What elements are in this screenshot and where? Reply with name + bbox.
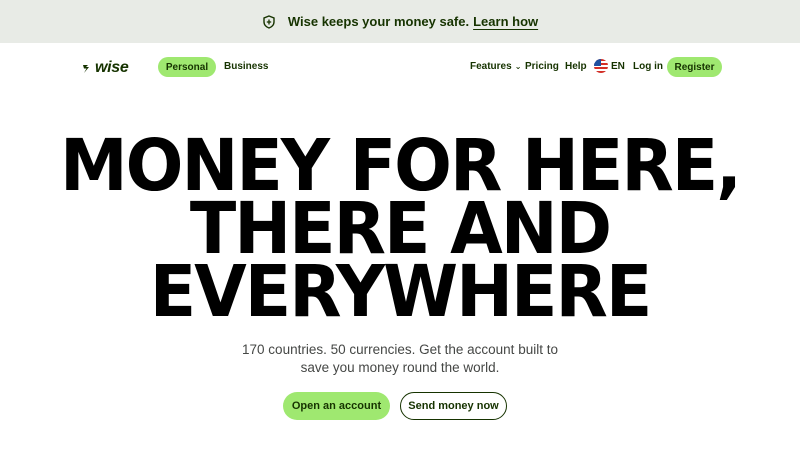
hero-line-3: EVERYWHERE — [149, 251, 653, 334]
hero-subtitle: 170 countries. 50 currencies. Get the ac… — [0, 341, 800, 377]
wise-flag-icon — [83, 65, 89, 73]
open-account-button[interactable]: Open an account — [283, 392, 390, 420]
hero-headline: MONEY FOR HERE, THERE AND EVERYWHERE — [0, 131, 800, 334]
help-link[interactable]: Help — [565, 61, 587, 72]
features-menu[interactable]: Features ⌄ — [470, 61, 521, 72]
chevron-down-icon: ⌄ — [514, 62, 522, 71]
logo-text: wise — [95, 59, 129, 76]
send-money-button[interactable]: Send money now — [400, 392, 507, 420]
safety-banner: Wise keeps your money safe. Learn how — [0, 0, 800, 43]
pricing-link[interactable]: Pricing — [525, 61, 559, 72]
top-navigation: wise Personal Business Features ⌄ Pricing… — [0, 43, 800, 91]
register-button[interactable]: Register — [667, 57, 722, 77]
personal-tab[interactable]: Personal — [158, 57, 216, 77]
subtitle-line-2: save you money round the world. — [300, 360, 500, 375]
language-selector[interactable]: EN — [594, 59, 625, 73]
features-label: Features — [470, 61, 512, 72]
wise-logo[interactable]: wise — [82, 59, 129, 77]
learn-how-link[interactable]: Learn how — [473, 14, 538, 29]
business-tab[interactable]: Business — [224, 61, 268, 72]
subtitle-line-1: 170 countries. 50 currencies. Get the ac… — [242, 342, 558, 357]
us-flag-icon — [594, 59, 608, 73]
shield-icon — [262, 14, 276, 29]
banner-text: Wise keeps your money safe. — [287, 14, 470, 29]
login-link[interactable]: Log in — [633, 61, 663, 72]
language-label: EN — [611, 60, 625, 72]
